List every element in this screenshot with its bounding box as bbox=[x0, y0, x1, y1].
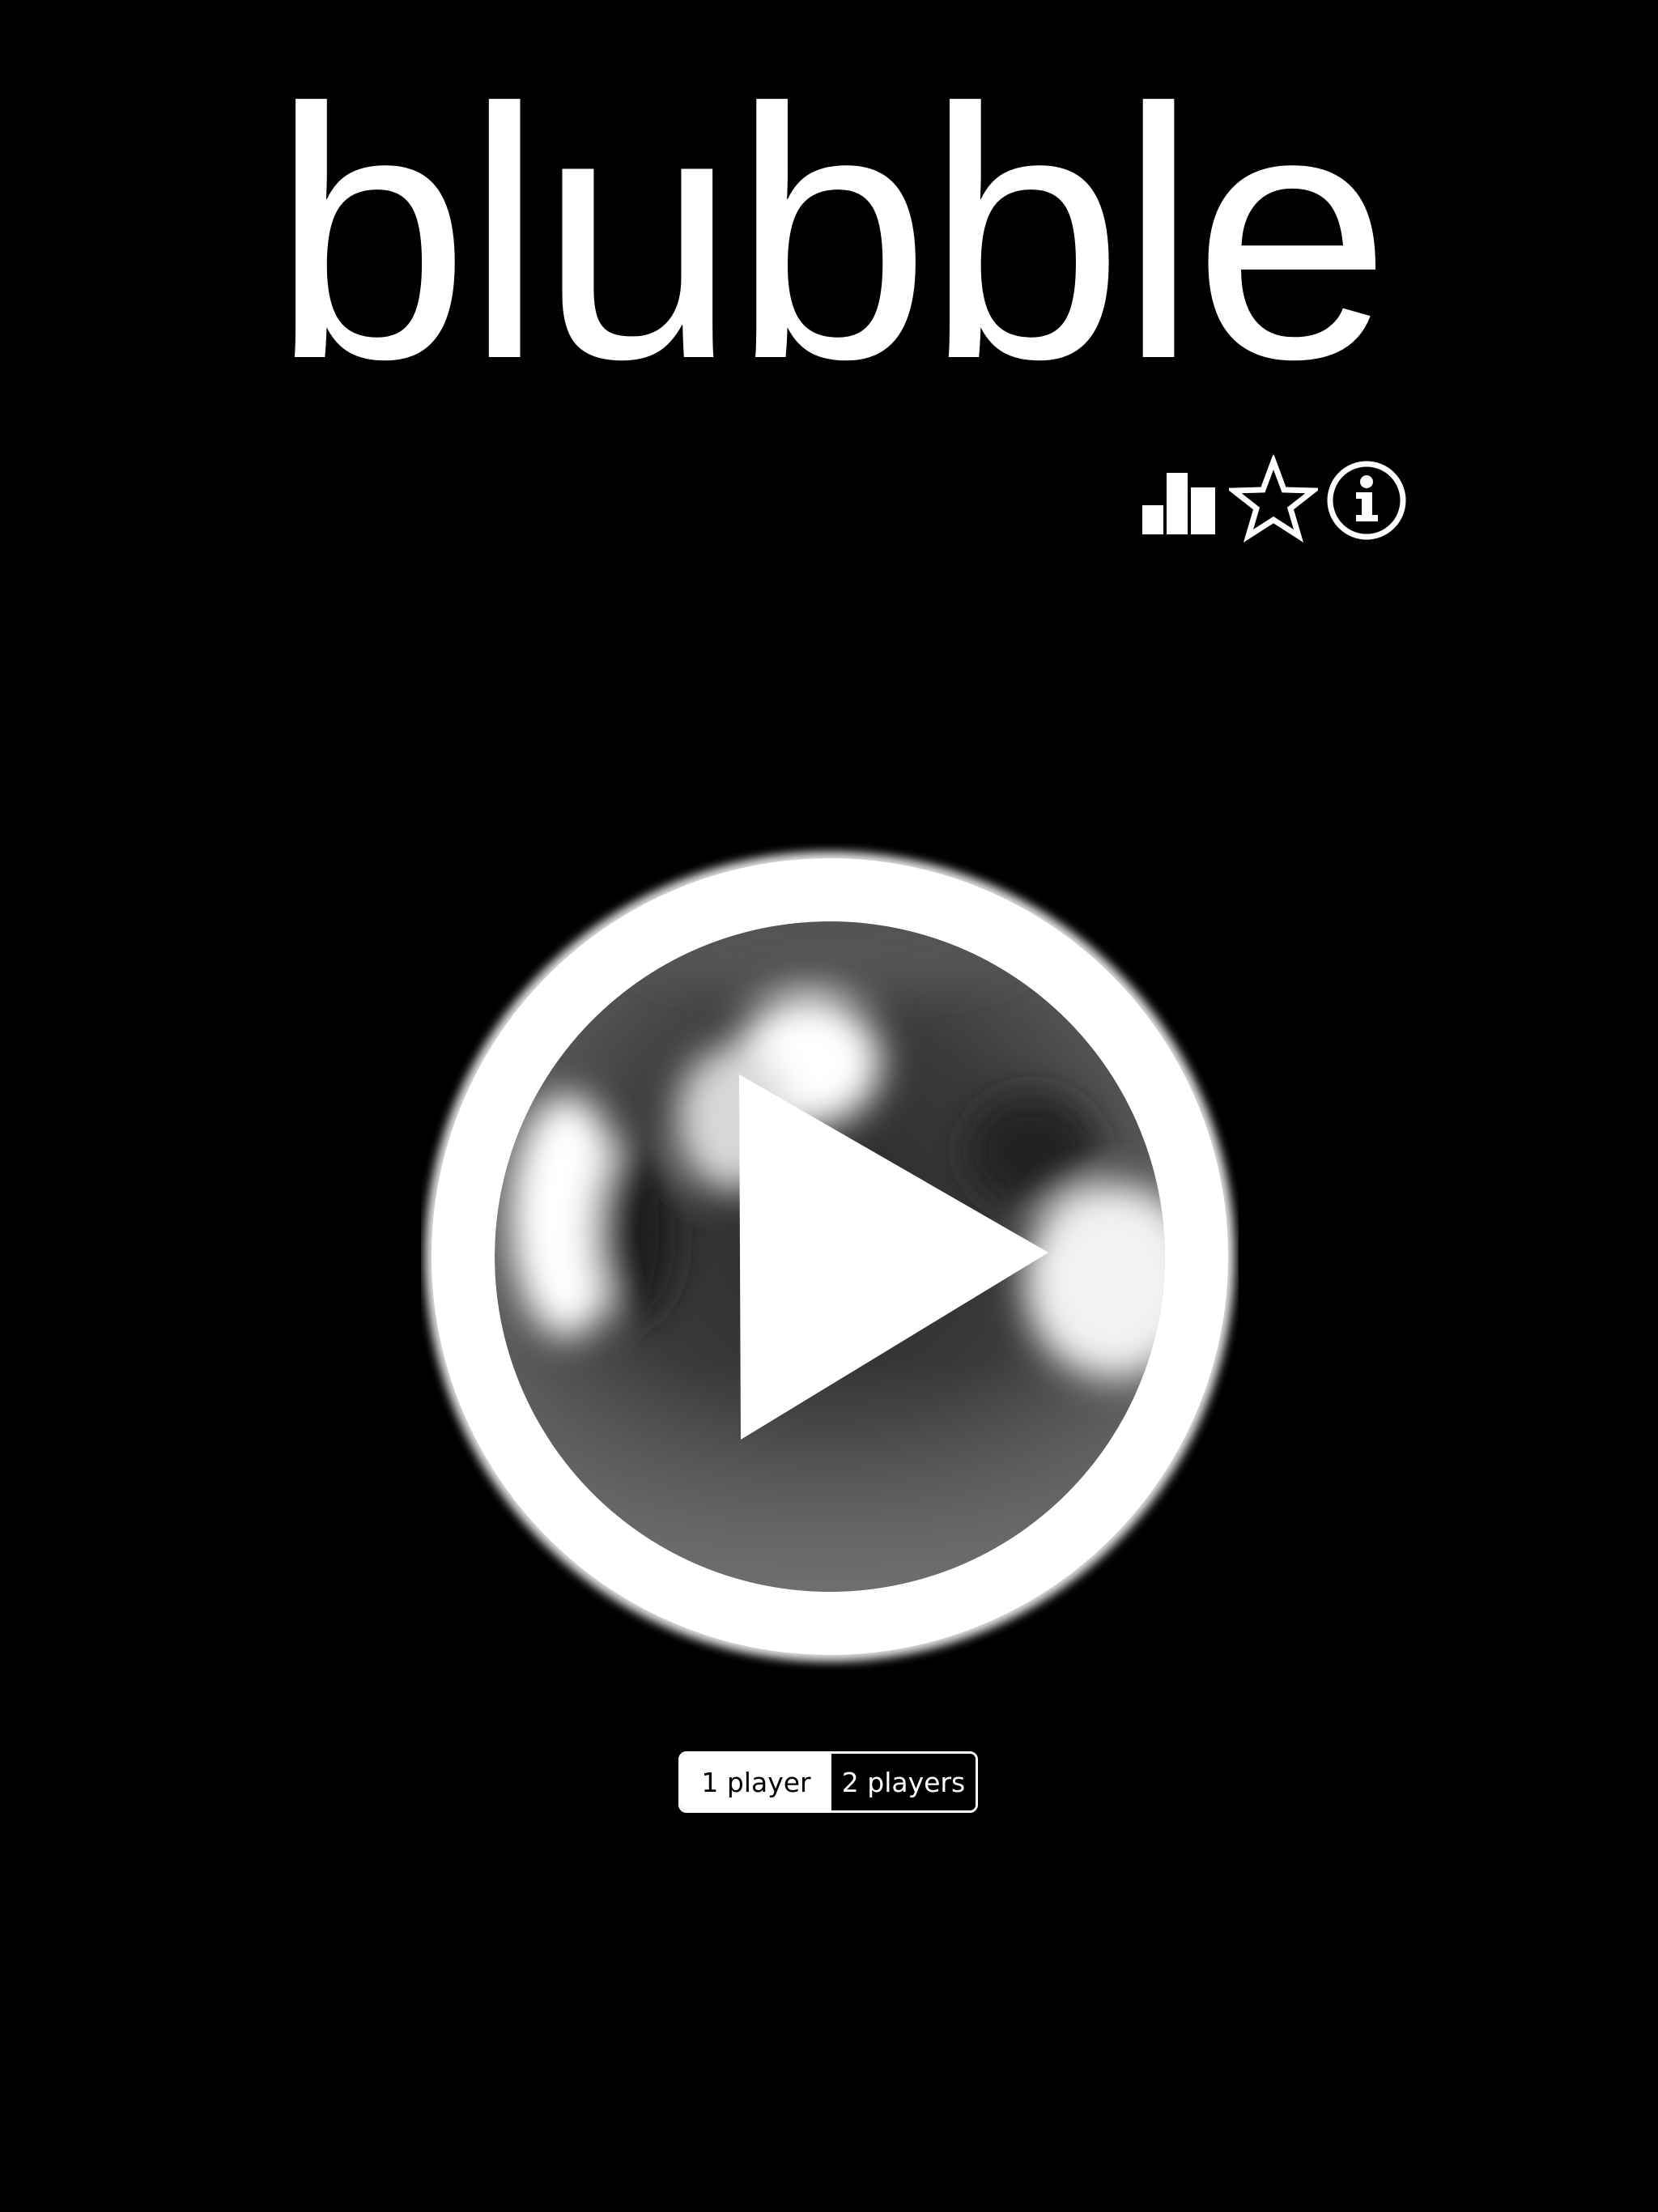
play-bubble bbox=[425, 852, 1235, 1661]
info-icon bbox=[1327, 461, 1406, 540]
play-button[interactable] bbox=[421, 844, 1239, 1670]
info-button[interactable] bbox=[1321, 455, 1409, 544]
player-mode-selector: 1 player 2 players bbox=[678, 1751, 978, 1813]
segment-1-player[interactable]: 1 player bbox=[681, 1754, 831, 1810]
leaderboard-icon bbox=[1142, 473, 1215, 534]
leaderboard-button[interactable] bbox=[1140, 455, 1221, 544]
header-toolbar bbox=[1140, 455, 1409, 544]
favorite-button[interactable] bbox=[1229, 455, 1318, 544]
app-title: blubble bbox=[271, 36, 1391, 433]
star-icon bbox=[1229, 455, 1318, 543]
segment-2-players[interactable]: 2 players bbox=[831, 1754, 976, 1810]
